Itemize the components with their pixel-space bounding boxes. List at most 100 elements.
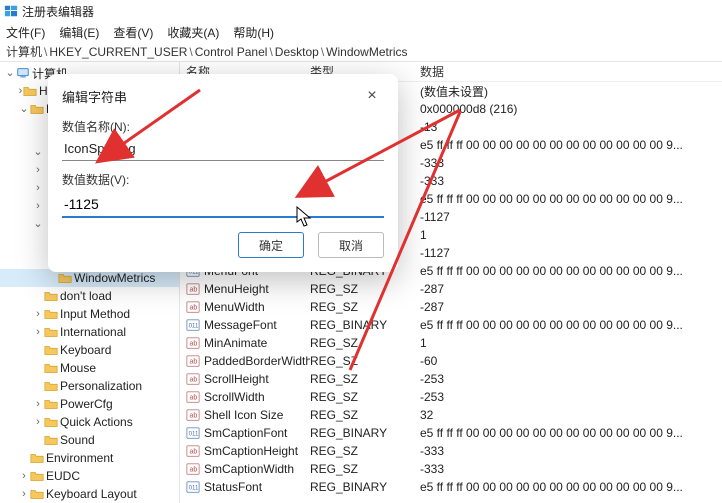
menu-view[interactable]: 查看(V)	[113, 24, 153, 41]
list-row[interactable]: abMenuHeightREG_SZ-287	[180, 280, 722, 298]
value-data: 0x000000d8 (216)	[420, 102, 722, 116]
address-bar[interactable]: 计算机 \ HKEY_CURRENT_USER \ Control Panel …	[0, 42, 722, 62]
value-data: e5 ff ff ff 00 00 00 00 00 00 00 00 00 0…	[420, 318, 722, 332]
tree-expand-icon[interactable]: ›	[32, 200, 44, 212]
path-seg-3[interactable]: Desktop	[275, 45, 319, 59]
folder-icon	[44, 307, 58, 321]
tree-collapse-icon[interactable]: ⌄	[32, 146, 44, 158]
svg-text:ab: ab	[190, 413, 198, 420]
close-button[interactable]: ×	[360, 84, 384, 108]
value-data: -333	[420, 462, 722, 476]
tree-expand-icon[interactable]: ›	[18, 470, 30, 482]
tree-international[interactable]: › International	[0, 323, 179, 341]
value-type: REG_BINARY	[310, 318, 420, 332]
cancel-button[interactable]: 取消	[318, 232, 384, 258]
value-data: 32	[420, 408, 722, 422]
list-row[interactable]: abMenuWidthREG_SZ-287	[180, 298, 722, 316]
value-data: 1	[420, 228, 722, 242]
chevron-right-icon: \	[269, 45, 272, 59]
path-seg-4[interactable]: WindowMetrics	[326, 45, 407, 59]
tree-expand-icon[interactable]: ›	[32, 308, 44, 320]
list-row[interactable]: 011SmCaptionFontREG_BINARYe5 ff ff ff 00…	[180, 424, 722, 442]
folder-icon	[30, 487, 44, 501]
tree-environment[interactable]: Environment	[0, 449, 179, 467]
folder-icon	[44, 343, 58, 357]
value-type: REG_SZ	[310, 336, 420, 350]
value-data-input[interactable]	[62, 192, 384, 218]
tree-blank-icon	[32, 434, 44, 446]
menu-favorites[interactable]: 收藏夹(A)	[167, 24, 219, 41]
tree-label: Personalization	[60, 379, 142, 393]
tree-personalization[interactable]: Personalization	[0, 377, 179, 395]
list-row[interactable]: abSmCaptionHeightREG_SZ-333	[180, 442, 722, 460]
tree-expand-icon[interactable]: ›	[32, 326, 44, 338]
value-data: (数值未设置)	[420, 83, 722, 100]
chevron-right-icon: \	[189, 45, 192, 59]
value-type: REG_SZ	[310, 300, 420, 314]
folder-icon	[23, 84, 37, 98]
tree-expand-icon[interactable]: ›	[32, 416, 44, 428]
tree-expand-icon[interactable]: ›	[32, 164, 44, 176]
tree-mouse[interactable]: Mouse	[0, 359, 179, 377]
tree-collapse-icon[interactable]: ⌄	[4, 67, 16, 79]
value-name: MenuWidth	[204, 300, 265, 314]
folder-icon	[30, 102, 44, 116]
folder-icon	[44, 361, 58, 375]
tree-expand-icon[interactable]: ›	[32, 182, 44, 194]
tree-keyboard[interactable]: Keyboard	[0, 341, 179, 359]
svg-text:ab: ab	[190, 287, 198, 294]
tree-label: Environment	[46, 451, 113, 465]
tree-label: Sound	[60, 433, 95, 447]
list-row[interactable]: 011StatusFontREG_BINARYe5 ff ff ff 00 00…	[180, 478, 722, 496]
tree-blank-icon	[32, 290, 44, 302]
string-value-icon: ab	[186, 390, 200, 404]
tree-sound[interactable]: Sound	[0, 431, 179, 449]
path-seg-2[interactable]: Control Panel	[195, 45, 268, 59]
tree-collapse-icon[interactable]: ⌄	[32, 218, 44, 230]
value-data: -1127	[420, 210, 722, 224]
tree-blank-icon	[32, 344, 44, 356]
list-row[interactable]: abMinAnimateREG_SZ1	[180, 334, 722, 352]
tree-keyboardlayout[interactable]: › Keyboard Layout	[0, 485, 179, 503]
value-data: -333	[420, 174, 722, 188]
ok-button[interactable]: 确定	[238, 232, 304, 258]
tree-expand-icon[interactable]: ›	[18, 488, 30, 500]
tree-expand-icon[interactable]: ›	[32, 398, 44, 410]
value-type: REG_SZ	[310, 462, 420, 476]
tree-quickactions[interactable]: › Quick Actions	[0, 413, 179, 431]
tree-label: Mouse	[60, 361, 96, 375]
value-type: REG_SZ	[310, 390, 420, 404]
list-row[interactable]: abScrollHeightREG_SZ-253	[180, 370, 722, 388]
svg-text:ab: ab	[190, 449, 198, 456]
list-row[interactable]: 011MessageFontREG_BINARYe5 ff ff ff 00 0…	[180, 316, 722, 334]
svg-text:ab: ab	[190, 341, 198, 348]
value-data: -287	[420, 300, 722, 314]
string-value-icon: ab	[186, 354, 200, 368]
value-data: e5 ff ff ff 00 00 00 00 00 00 00 00 00 0…	[420, 426, 722, 440]
list-row[interactable]: abPaddedBorderWidthREG_SZ-60	[180, 352, 722, 370]
list-row[interactable]: abSmCaptionWidthREG_SZ-333	[180, 460, 722, 478]
tree-dontload[interactable]: don't load	[0, 287, 179, 305]
tree-label: International	[60, 325, 126, 339]
list-row[interactable]: abShell Icon SizeREG_SZ32	[180, 406, 722, 424]
menu-help[interactable]: 帮助(H)	[233, 24, 274, 41]
menu-edit[interactable]: 编辑(E)	[59, 24, 99, 41]
string-value-icon: ab	[186, 444, 200, 458]
value-name: PaddedBorderWidth	[204, 354, 310, 368]
menu-file[interactable]: 文件(F)	[6, 24, 45, 41]
tree-eudc[interactable]: › EUDC	[0, 467, 179, 485]
svg-text:ab: ab	[190, 395, 198, 402]
path-seg-root[interactable]: 计算机	[6, 43, 42, 60]
binary-value-icon: 011	[186, 426, 200, 440]
tree-blank-icon	[32, 380, 44, 392]
menu-bar: 文件(F) 编辑(E) 查看(V) 收藏夹(A) 帮助(H)	[0, 22, 722, 42]
tree-collapse-icon[interactable]: ⌄	[18, 103, 30, 115]
tree-inputmethod[interactable]: › Input Method	[0, 305, 179, 323]
folder-icon	[30, 451, 44, 465]
value-type: REG_SZ	[310, 282, 420, 296]
tree-powercfg[interactable]: › PowerCfg	[0, 395, 179, 413]
list-row[interactable]: abScrollWidthREG_SZ-253	[180, 388, 722, 406]
folder-icon	[58, 271, 72, 285]
col-header-data[interactable]: 数据	[420, 63, 722, 80]
path-seg-1[interactable]: HKEY_CURRENT_USER	[49, 45, 187, 59]
